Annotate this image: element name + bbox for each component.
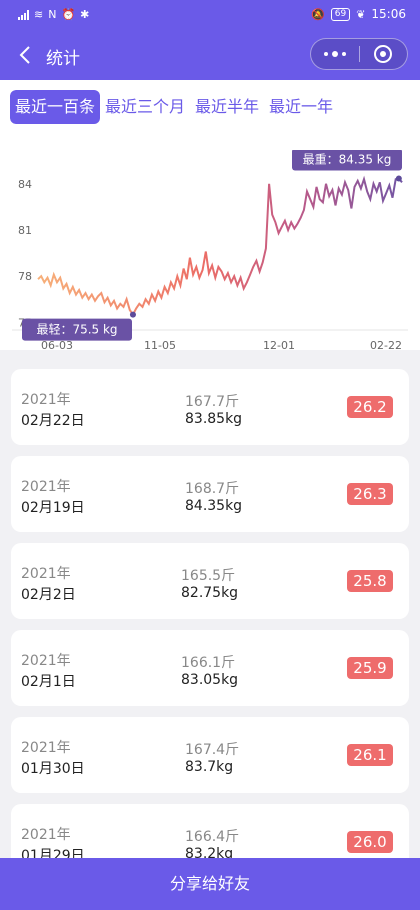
status-time: 15:06 <box>371 7 406 21</box>
y-tick-label: 78 <box>18 270 32 283</box>
mute-icon: 🔕 <box>311 7 325 21</box>
record-weight-kg: 83.85kg <box>185 411 243 427</box>
record-card[interactable]: 2021年 02月2日 165.5斤 82.75kg 25.8 <box>11 543 409 619</box>
record-weight-jin: 167.7斤 <box>185 394 240 410</box>
nav-bar: 统计 <box>0 30 420 80</box>
record-date: 02月2日 <box>21 587 76 603</box>
x-tick-label: 12-01 <box>263 339 295 350</box>
record-weight-kg: 83.7kg <box>185 759 234 775</box>
record-weight-jin: 165.5斤 <box>181 568 236 584</box>
bmi-badge: 26.2 <box>347 396 393 418</box>
weight-series-line <box>37 175 403 317</box>
back-button[interactable] <box>10 38 40 72</box>
target-dot <box>380 51 387 57</box>
bmi-badge: 26.1 <box>347 744 393 766</box>
wifi-icon: ≋ <box>34 8 44 21</box>
bmi-badge: 25.9 <box>347 657 393 679</box>
range-tabs: 最近一百条 最近三个月 最近半年 最近一年 <box>10 90 390 124</box>
record-weight-kg: 83.2kg <box>185 846 234 858</box>
y-tick-label: 84 <box>18 178 32 191</box>
nfc-icon: N <box>48 8 57 21</box>
close-mini-program-button[interactable] <box>359 39 407 69</box>
bmi-badge: 25.8 <box>347 570 393 592</box>
max-weight-label: 最重：84.35 kg <box>303 152 392 166</box>
weight-line-chart: 75788184 06-0311-0512-0102-22 最重：84.35 k… <box>12 150 408 350</box>
status-bar: ≋ N ⏰ ✱ 🔕 69 ❦ 15:06 <box>0 0 420 30</box>
more-dots-icon <box>331 51 338 57</box>
record-date: 02月19日 <box>21 500 85 516</box>
bmi-badge: 26.0 <box>347 831 393 853</box>
chart-section: 最近一百条 最近三个月 最近半年 最近一年 75788184 06-0311-0… <box>0 80 420 350</box>
record-date: 01月30日 <box>21 761 85 777</box>
record-weight-kg: 84.35kg <box>185 498 243 514</box>
record-weight-jin: 166.4斤 <box>185 829 240 845</box>
x-tick-label: 02-22 <box>370 339 402 350</box>
status-icons-right: 🔕 69 ❦ 15:06 <box>311 7 406 21</box>
status-icons-left: ≋ N ⏰ ✱ <box>18 8 89 21</box>
tab-recent-half-year[interactable]: 最近半年 <box>190 90 264 124</box>
record-list: 2021年 02月22日 167.7斤 83.85kg 26.2 2021年 0… <box>0 350 420 858</box>
target-icon <box>374 45 393 63</box>
record-card[interactable]: 2021年 01月30日 167.4斤 83.7kg 26.1 <box>11 717 409 793</box>
alarm-icon: ⏰ <box>61 8 76 21</box>
record-weight-jin: 168.7斤 <box>185 481 240 497</box>
share-to-friends-button[interactable]: 分享给好友 <box>0 858 420 910</box>
record-year: 2021年 <box>21 566 71 582</box>
record-weight-jin: 166.1斤 <box>181 655 236 671</box>
record-year: 2021年 <box>21 827 71 843</box>
min-weight-label: 最轻：75.5 kg <box>36 323 117 337</box>
record-year: 2021年 <box>21 479 71 495</box>
tab-recent-year[interactable]: 最近一年 <box>264 90 338 124</box>
x-tick-label: 06-03 <box>41 339 73 350</box>
record-year: 2021年 <box>21 392 71 408</box>
max-weight-point <box>395 175 402 182</box>
record-card[interactable]: 2021年 02月19日 168.7斤 84.35kg 26.3 <box>11 456 409 532</box>
record-date: 02月22日 <box>21 413 85 429</box>
record-weight-kg: 82.75kg <box>181 585 239 601</box>
more-dots-icon <box>323 52 328 56</box>
record-weight-jin: 167.4斤 <box>185 742 240 758</box>
more-dots-icon <box>341 52 346 56</box>
signal-icon <box>18 9 29 20</box>
y-tick-label: 81 <box>18 224 32 237</box>
bmi-badge: 26.3 <box>347 483 393 505</box>
record-year: 2021年 <box>21 740 71 756</box>
record-card[interactable]: 2021年 01月29日 166.4斤 83.2kg 26.0 <box>11 804 409 858</box>
bluetooth-icon: ✱ <box>80 8 90 21</box>
record-card[interactable]: 2021年 02月22日 167.7斤 83.85kg 26.2 <box>11 369 409 445</box>
record-date: 02月1日 <box>21 674 76 690</box>
tab-recent-100[interactable]: 最近一百条 <box>10 90 101 124</box>
page-title: 统计 <box>46 49 80 69</box>
record-weight-kg: 83.05kg <box>181 672 239 688</box>
min-weight-point <box>129 311 136 318</box>
more-button[interactable] <box>311 39 359 69</box>
record-card[interactable]: 2021年 02月1日 166.1斤 83.05kg 25.9 <box>11 630 409 706</box>
record-year: 2021年 <box>21 653 71 669</box>
leaf-icon: ❦ <box>356 7 366 21</box>
x-tick-label: 11-05 <box>144 339 176 350</box>
battery-icon: 69 <box>330 7 351 21</box>
tab-recent-3-months[interactable]: 最近三个月 <box>100 90 190 124</box>
chevron-left-icon <box>19 46 30 64</box>
record-date: 01月29日 <box>21 848 85 858</box>
mini-program-capsule <box>310 38 408 70</box>
